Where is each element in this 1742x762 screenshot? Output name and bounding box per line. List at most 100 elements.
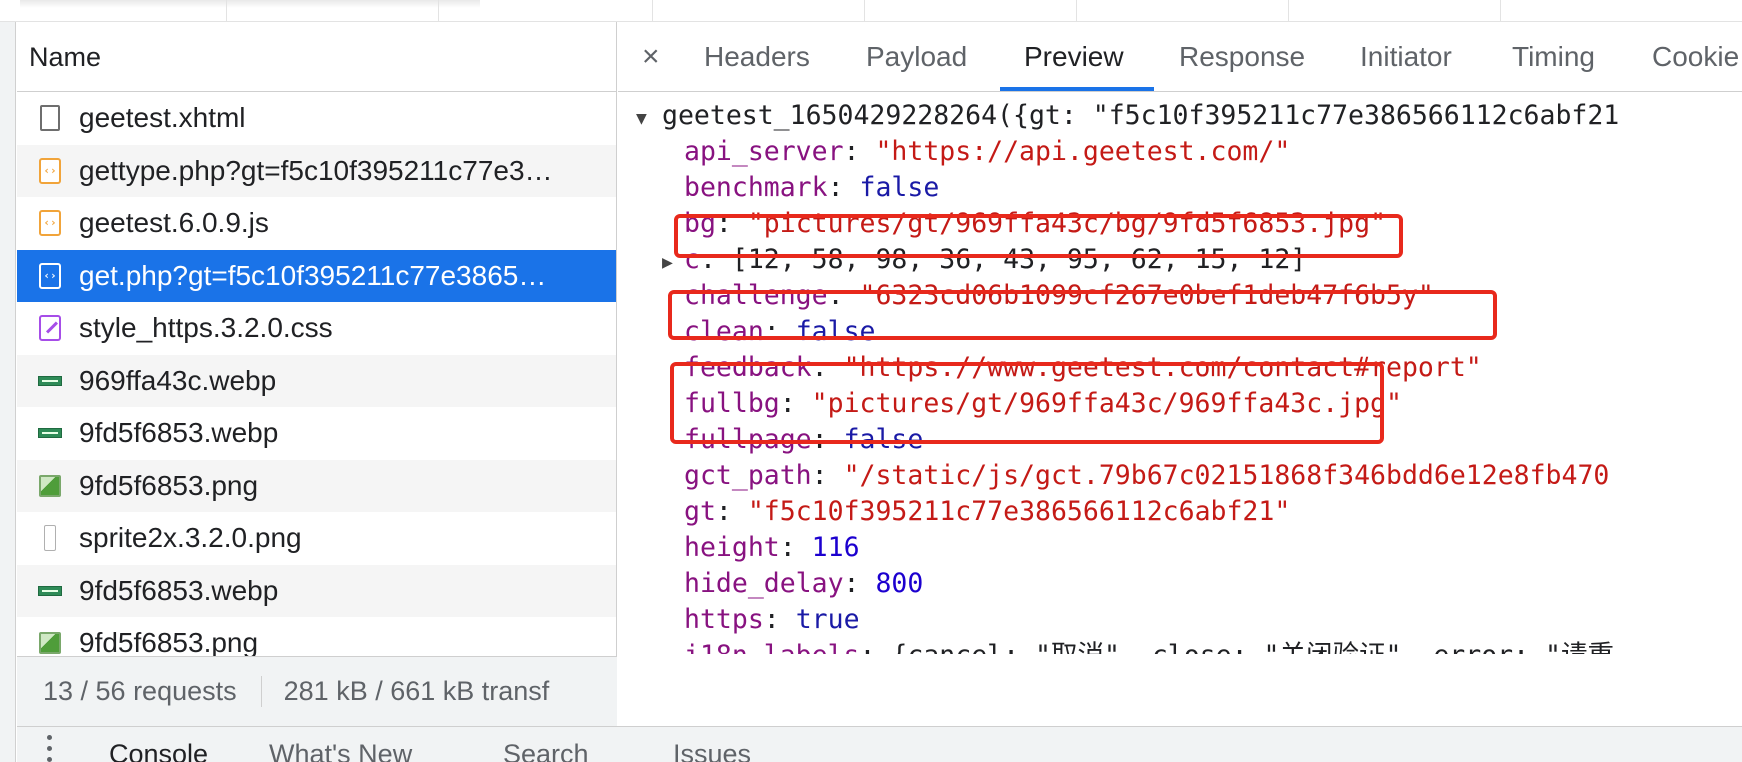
script-icon: ‹› bbox=[35, 250, 65, 302]
script-icon: ‹› bbox=[35, 145, 65, 197]
property-value: "f5c10f395211c77e386566112c6abf21" bbox=[747, 496, 1291, 527]
expand-arrow-icon[interactable]: ▼ bbox=[636, 108, 647, 129]
request-row[interactable]: style_https.3.2.0.css bbox=[17, 302, 616, 355]
request-name: geetest.xhtml bbox=[79, 102, 246, 134]
property-key: api_server bbox=[684, 136, 844, 167]
tab-payload[interactable]: Payload bbox=[866, 22, 967, 92]
request-row[interactable]: ‹› get.php?gt=f5c10f395211c77e3865… bbox=[17, 249, 616, 302]
property-key: gt bbox=[684, 496, 716, 527]
request-list: geetest.xhtml ‹› gettype.php?gt=f5c10f3952… bbox=[17, 92, 616, 656]
column-divider bbox=[864, 0, 865, 21]
close-icon[interactable]: × bbox=[642, 40, 660, 74]
property-value: false bbox=[859, 172, 940, 203]
column-divider bbox=[226, 0, 227, 21]
request-list-panel: Name geetest.xhtml ‹› gettype.php?gt=f5c10… bbox=[17, 22, 617, 656]
request-name: 9fd5f6853.png bbox=[79, 627, 259, 656]
preview-property-gt[interactable]: gt: "f5c10f395211c77e386566112c6abf21" bbox=[684, 492, 1290, 532]
tab-response[interactable]: Response bbox=[1179, 22, 1305, 92]
blank-file-icon bbox=[35, 512, 65, 564]
request-row[interactable]: 9fd5f6853.webp bbox=[17, 564, 616, 617]
tab-headers[interactable]: Headers bbox=[704, 22, 810, 92]
request-name: 969ffa43c.webp bbox=[79, 364, 277, 396]
property-value: "https://api.geetest.com/" bbox=[875, 136, 1291, 167]
preview-property-https[interactable]: https: true bbox=[684, 600, 860, 640]
preview-property-api-server[interactable]: api_server: "https://api.geetest.com/" bbox=[684, 132, 1290, 172]
property-value: true bbox=[795, 604, 860, 635]
png-image-icon bbox=[35, 460, 65, 512]
request-name: sprite2x.3.2.0.png bbox=[79, 522, 302, 554]
request-row[interactable]: sprite2x.3.2.0.png bbox=[17, 512, 616, 565]
webp-image-icon bbox=[35, 355, 65, 407]
drawer-tab-search[interactable]: Search bbox=[503, 739, 589, 762]
key-separator: : bbox=[715, 496, 748, 527]
preview-property-benchmark[interactable]: benchmark: false bbox=[684, 168, 939, 208]
tab-preview[interactable]: Preview bbox=[1024, 22, 1124, 92]
request-row[interactable]: geetest.xhtml bbox=[17, 92, 616, 145]
property-value: {cancel: "取消", close: "关闭验证", error: "请重 bbox=[891, 640, 1614, 654]
property-value: 800 bbox=[875, 568, 924, 599]
toolbar-shadow bbox=[20, 0, 480, 8]
key-separator: : bbox=[843, 136, 876, 167]
network-status-bar: 13 / 56 requests 281 kB / 661 kB transf bbox=[17, 656, 617, 726]
request-detail-panel: × Headers Payload Preview Response Initi… bbox=[618, 22, 1742, 726]
request-name: geetest.6.0.9.js bbox=[79, 207, 269, 239]
column-divider bbox=[1076, 0, 1077, 21]
stylesheet-icon bbox=[35, 302, 65, 354]
name-column-header[interactable]: Name bbox=[17, 22, 616, 92]
property-key: height bbox=[684, 532, 780, 563]
request-name: 9fd5f6853.webp bbox=[79, 574, 279, 606]
expand-arrow-icon[interactable]: ▶ bbox=[662, 648, 673, 654]
drawer-tab-issues[interactable]: Issues bbox=[673, 739, 751, 762]
bottom-drawer: Console What's New Search Issues bbox=[17, 726, 1742, 762]
request-row[interactable]: 9fd5f6853.webp bbox=[17, 407, 616, 460]
left-gutter bbox=[0, 22, 16, 762]
drawer-tab-whats-new[interactable]: What's New bbox=[269, 739, 412, 762]
request-row[interactable]: 969ffa43c.webp bbox=[17, 354, 616, 407]
request-name: 9fd5f6853.webp bbox=[79, 417, 279, 449]
request-row[interactable]: 9fd5f6853.png bbox=[17, 617, 616, 656]
preview-property-gct-path[interactable]: gct_path: "/static/js/gct.79b67c02151868… bbox=[684, 456, 1609, 496]
request-name: style_https.3.2.0.css bbox=[79, 312, 333, 344]
preview-root-line[interactable]: geetest_1650429228264({gt: "f5c10f395211… bbox=[662, 96, 1619, 136]
property-key: gct_path bbox=[684, 460, 812, 491]
highlight-box-fullbg bbox=[670, 362, 1384, 444]
request-count: 13 / 56 requests bbox=[17, 676, 262, 707]
request-row[interactable]: ‹› gettype.php?gt=f5c10f395211c77e3… bbox=[17, 144, 616, 197]
active-tab-indicator bbox=[1000, 87, 1154, 91]
more-options-icon[interactable] bbox=[47, 735, 53, 762]
key-separator: : bbox=[843, 568, 876, 599]
key-separator: : bbox=[779, 532, 812, 563]
request-name: get.php?gt=f5c10f395211c77e3865… bbox=[79, 259, 547, 291]
webp-image-icon bbox=[35, 565, 65, 617]
property-key: i18n_labels bbox=[684, 640, 860, 654]
webp-image-icon bbox=[35, 407, 65, 459]
request-name: 9fd5f6853.png bbox=[79, 469, 259, 501]
key-separator: : bbox=[763, 604, 796, 635]
property-value: 116 bbox=[811, 532, 860, 563]
key-separator: : bbox=[827, 172, 860, 203]
drawer-tab-console[interactable]: Console bbox=[109, 739, 208, 762]
tab-timing[interactable]: Timing bbox=[1512, 22, 1595, 92]
column-divider bbox=[1288, 0, 1289, 21]
tab-cookies[interactable]: Cookie bbox=[1652, 22, 1739, 92]
preview-property-height[interactable]: height: 116 bbox=[684, 528, 860, 568]
request-row[interactable]: ‹› geetest.6.0.9.js bbox=[17, 197, 616, 250]
property-key: https bbox=[684, 604, 764, 635]
property-key: benchmark bbox=[684, 172, 828, 203]
property-value: "/static/js/gct.79b67c02151868f346bdd6e1… bbox=[843, 460, 1610, 491]
detail-tab-bar: × Headers Payload Preview Response Initi… bbox=[618, 22, 1742, 92]
script-icon: ‹› bbox=[35, 197, 65, 249]
png-image-icon bbox=[35, 617, 65, 656]
top-toolbar-strip bbox=[0, 0, 1742, 22]
key-separator: : bbox=[811, 460, 844, 491]
request-name: gettype.php?gt=f5c10f395211c77e3… bbox=[79, 154, 553, 186]
column-divider bbox=[652, 0, 653, 21]
preview-property-hide-delay[interactable]: hide_delay: 800 bbox=[684, 564, 923, 604]
preview-property-i18n-labels[interactable]: i18n_labels: {cancel: "取消", close: "关闭验证… bbox=[684, 636, 1614, 654]
property-key: hide_delay bbox=[684, 568, 844, 599]
tab-initiator[interactable]: Initiator bbox=[1360, 22, 1452, 92]
transfer-size: 281 kB / 661 kB transf bbox=[283, 676, 550, 706]
request-row[interactable]: 9fd5f6853.png bbox=[17, 459, 616, 512]
column-divider bbox=[1500, 0, 1501, 21]
expand-arrow-icon[interactable]: ▶ bbox=[662, 252, 673, 273]
